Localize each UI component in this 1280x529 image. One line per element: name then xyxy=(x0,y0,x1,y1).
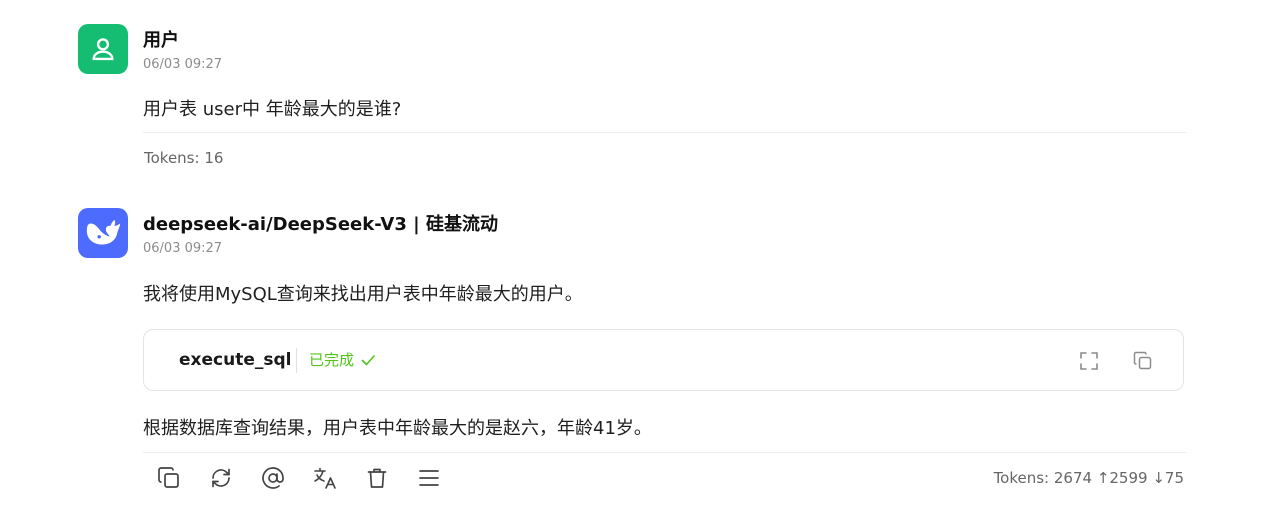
user-message-text: 用户表 user中 年龄最大的是谁? xyxy=(143,99,402,120)
user-name: 用户 xyxy=(143,30,179,51)
assistant-intro-text: 我将使用MySQL查询来找出用户表中年龄最大的用户。 xyxy=(143,284,583,305)
user-divider xyxy=(143,132,1186,133)
assistant-divider xyxy=(143,452,1186,453)
assistant-timestamp: 06/03 09:27 xyxy=(143,241,223,256)
message-actions xyxy=(153,462,445,494)
tool-call-card[interactable]: execute_sql 已完成 xyxy=(143,329,1184,391)
copy-icon xyxy=(158,467,179,488)
assistant-tokens: Tokens: 2674 ↑2599 ↓75 xyxy=(993,469,1184,487)
copy-tool-button[interactable] xyxy=(1130,348,1156,374)
delete-button[interactable] xyxy=(361,462,393,494)
assistant-name: deepseek-ai/DeepSeek-V3 | 硅基流动 xyxy=(143,214,498,235)
user-avatar xyxy=(78,24,128,74)
check-icon xyxy=(361,354,375,365)
tool-status-label: 已完成 xyxy=(309,351,355,369)
trash-icon xyxy=(367,468,387,488)
whale-icon xyxy=(86,219,121,245)
user-tokens: Tokens: 16 xyxy=(144,149,224,167)
tool-status: 已完成 xyxy=(309,349,376,370)
regenerate-button[interactable] xyxy=(205,462,237,494)
more-button[interactable] xyxy=(413,462,445,494)
copy-icon xyxy=(1133,351,1152,370)
assistant-message: deepseek-ai/DeepSeek-V3 | 硅基流动 06/03 09:… xyxy=(78,208,1186,508)
user-icon xyxy=(92,38,114,61)
user-message: 用户 06/03 09:27 用户表 user中 年龄最大的是谁? Tokens… xyxy=(78,24,1186,174)
menu-icon xyxy=(419,470,439,486)
expand-icon xyxy=(1080,352,1098,370)
copy-button[interactable] xyxy=(153,462,185,494)
mention-icon xyxy=(262,467,284,489)
assistant-avatar xyxy=(78,208,128,258)
mention-button[interactable] xyxy=(257,462,289,494)
tool-separator xyxy=(296,348,297,373)
tool-name: execute_sql xyxy=(179,350,292,370)
assistant-result-text: 根据数据库查询结果，用户表中年龄最大的是赵六，年龄41岁。 xyxy=(143,418,652,439)
translate-button[interactable] xyxy=(309,462,341,494)
expand-button[interactable] xyxy=(1076,348,1102,374)
translate-icon xyxy=(314,467,336,489)
user-timestamp: 06/03 09:27 xyxy=(143,57,223,72)
refresh-icon xyxy=(212,468,230,488)
